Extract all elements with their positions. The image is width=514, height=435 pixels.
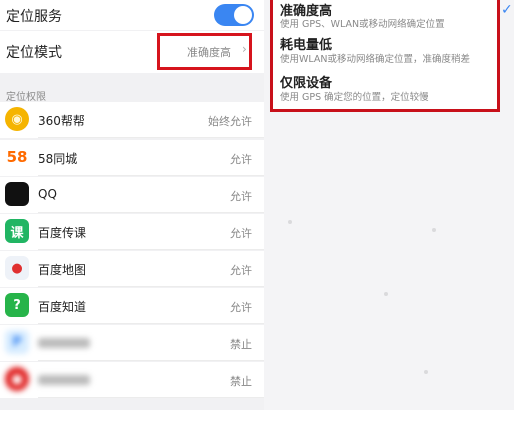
divider (38, 212, 264, 213)
background-dot (384, 292, 388, 296)
toggle-knob (234, 6, 252, 24)
divider (38, 286, 264, 287)
permission-status: 允许 (230, 301, 252, 314)
location-service-label: 定位服务 (6, 9, 62, 25)
baidu-zhidao-icon: ? (5, 293, 29, 317)
divider (38, 323, 264, 324)
app-permission-row[interactable]: ● 百度地图 允许 (0, 251, 264, 287)
background-dot (288, 220, 292, 224)
permission-status: 允许 (230, 153, 252, 166)
location-mode-options: 准确度高 使用 GPS、WLAN或移动网络确定位置 耗电量低 使用WLAN或移动… (270, 0, 500, 112)
divider (38, 360, 264, 361)
app-permission-row[interactable]: ? 百度知道 允许 (0, 288, 264, 324)
divider (38, 137, 264, 138)
permission-status: 允许 (230, 227, 252, 240)
location-mode-highlight (157, 33, 252, 70)
app-name: 58同城 (38, 152, 78, 166)
app-permission-row[interactable]: 58 58同城 允许 (0, 140, 264, 176)
location-service-toggle[interactable] (214, 4, 254, 26)
app-permission-row[interactable]: ◉ 360帮帮 始终允许 (0, 102, 264, 138)
app-name: 百度地图 (38, 263, 87, 277)
option-description: 使用 GPS 确定您的位置，定位较慢 (280, 92, 429, 103)
app-permission-row[interactable]: QQ 允许 (0, 177, 264, 213)
background-dot (432, 228, 436, 232)
blurred-app-name (38, 375, 90, 385)
app-name: 百度知道 (38, 300, 87, 314)
app-permission-row[interactable]: P 禁止 (0, 325, 264, 361)
qq-penguin-icon (5, 182, 29, 206)
movie-app-icon: ● (5, 367, 29, 391)
360-bangbang-icon: ◉ (5, 107, 29, 131)
video-app-icon: P (5, 330, 29, 354)
permission-status: 禁止 (230, 338, 252, 351)
location-service-row[interactable]: 定位服务 (0, 0, 264, 30)
app-name: 百度传课 (38, 226, 87, 240)
location-settings-panel: 定位服务 定位模式 准确度高 › 定位权限 ◉ 360帮帮 始终允许 58 58同城 允许… (0, 0, 264, 410)
permission-status: 禁止 (230, 375, 252, 388)
divider (38, 249, 264, 250)
permissions-section-title: 定位权限 (6, 92, 46, 103)
location-mode-label: 定位模式 (6, 45, 62, 61)
permission-status: 允许 (230, 190, 252, 203)
baidu-chuanke-icon: 课 (5, 219, 29, 243)
app-permission-row[interactable]: ● 禁止 (0, 362, 264, 398)
permission-status: 允许 (230, 264, 252, 277)
option-description: 使用WLAN或移动网络确定位置，准确度稍差 (280, 54, 471, 65)
divider (38, 175, 264, 176)
permission-status: 始终允许 (208, 115, 252, 128)
baidu-map-icon: ● (5, 256, 29, 280)
option-description: 使用 GPS、WLAN或移动网络确定位置 (280, 19, 445, 30)
divider (38, 397, 264, 398)
bottom-strip (0, 410, 514, 435)
58-tongcheng-icon: 58 (5, 145, 29, 169)
checkmark-icon: ✓ (501, 2, 513, 18)
blurred-app-name (38, 338, 90, 348)
background-dot (424, 370, 428, 374)
app-name: 360帮帮 (38, 114, 85, 128)
app-name: QQ (38, 187, 57, 201)
app-permission-row[interactable]: 课百度传课 允许 (0, 214, 264, 250)
